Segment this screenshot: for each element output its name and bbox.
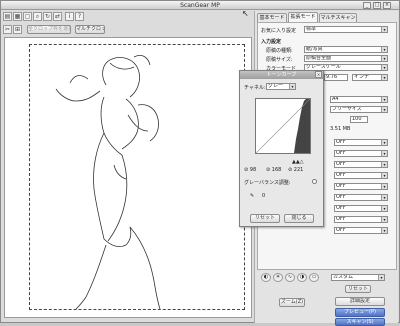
chevron-down-icon: ▾ (381, 56, 387, 61)
scale-field[interactable]: 100 (350, 116, 368, 123)
preview-area[interactable] (4, 37, 252, 318)
image-setting-7[interactable]: OFF ▾ (334, 205, 388, 212)
image-setting-9[interactable]: OFF ▾ (334, 227, 388, 234)
image-setting-3[interactable]: OFF ▾ (334, 161, 388, 168)
threshold-icon[interactable]: ◑ (297, 273, 307, 282)
chevron-down-icon: ▾ (378, 275, 384, 280)
size-select[interactable]: 原稿台全面 ▾ (304, 55, 388, 62)
chevron-down-icon: ▾ (289, 84, 295, 89)
title-bar: ScanGear MP _ □ × (1, 1, 399, 10)
dialog-reset-button[interactable]: リセット (250, 214, 280, 223)
histogram-icon[interactable]: ◐ (261, 273, 271, 282)
image-setting-5[interactable]: OFF ▾ (334, 183, 388, 190)
monitor-icon[interactable]: ▭ (309, 273, 319, 282)
chevron-down-icon: ▾ (381, 184, 387, 189)
chevron-down-icon: ▾ (381, 75, 387, 80)
image-setting-2[interactable]: OFF ▾ (334, 150, 388, 157)
multi-crop-button[interactable]: マルチクロップ (75, 25, 105, 34)
image-setting-8[interactable]: OFF ▾ (334, 216, 388, 223)
scan-button[interactable]: スキャン(S) (335, 318, 385, 326)
eyedropper-value: 0 (262, 193, 266, 199)
dialog-close-icon[interactable]: × (315, 71, 322, 78)
rotate-icon[interactable]: ↻ (43, 12, 52, 21)
chevron-down-icon: ▾ (381, 228, 387, 233)
minimize-button[interactable]: _ (363, 2, 371, 9)
favorites-label: お気に入り設定 (261, 28, 297, 34)
slider-value-1: ⊘ 98 (244, 167, 257, 173)
window-title: ScanGear MP (180, 2, 220, 9)
chevron-down-icon: ▾ (381, 173, 387, 178)
chevron-down-icon: ▾ (381, 97, 387, 102)
mouse-cursor-icon: ↖ (242, 9, 249, 18)
scangear-window: ScanGear MP _ □ × ▤ ▦ ▢ ⌕ ↻ ⇄ i ? ✂ ⊞ 全ク… (0, 0, 400, 326)
zoom-icon[interactable]: ⌕ (33, 12, 42, 21)
chevron-down-icon: ▾ (381, 47, 387, 52)
dialog-close-button[interactable]: 閉じる (284, 214, 314, 223)
panel-reset-button[interactable]: リセット (345, 285, 371, 293)
details-button[interactable]: 詳細設定 (335, 297, 385, 306)
slider-markers[interactable]: ▲▲△ (292, 159, 304, 165)
color-adjust-select[interactable]: カスタム ▾ (331, 274, 385, 281)
tab-advanced-mode[interactable]: 拡張モード (288, 12, 318, 22)
tab-basic-mode[interactable]: 基本モード (257, 13, 287, 22)
chevron-down-icon: ▾ (381, 195, 387, 200)
chevron-down-icon: ▾ (381, 107, 387, 112)
gray-balance-label: グレーバランス調整: (244, 180, 291, 186)
brightness-icon[interactable]: ☀ (273, 273, 283, 282)
flip-icon[interactable]: ⇄ (53, 12, 62, 21)
crop-frame[interactable] (29, 44, 245, 310)
chevron-down-icon: ▾ (381, 162, 387, 167)
curve-plot (255, 98, 311, 154)
chevron-down-icon: ▾ (381, 140, 387, 145)
tool-icon[interactable]: ✂ (3, 25, 12, 34)
output-size-select[interactable]: A4 ▾ (330, 96, 388, 103)
slider-value-3: ⊘ 221 (288, 167, 304, 173)
image-setting-4[interactable]: OFF ▾ (334, 172, 388, 179)
data-size-text: 3.51 MB (330, 126, 351, 132)
select-all-crops-button[interactable]: 全クロップ枠を選択 (27, 25, 71, 34)
scanned-sketch-image (55, 55, 161, 310)
gray-balance-toggle[interactable] (312, 179, 317, 184)
resolution-field[interactable]: 9.76 (324, 74, 348, 81)
tone-curve-dialog: トーンカーブ × チャネル: グレー ▾ ▲▲△ ⊘ 98 ⊘ 168 ⊘ 221… (239, 70, 324, 227)
help-icon[interactable]: ? (75, 12, 84, 21)
close-button[interactable]: × (383, 2, 391, 9)
image-setting-1[interactable]: OFF ▾ (334, 139, 388, 146)
tone-curve-icon[interactable]: ∿ (285, 273, 295, 282)
info-icon[interactable]: i (65, 12, 74, 21)
preview-button[interactable]: プレビュー(P) (335, 308, 385, 317)
output-size-select-2[interactable]: フリーサイズ ▾ (330, 106, 388, 113)
crop-icon[interactable]: ⊞ (13, 25, 22, 34)
thumbnail-icon[interactable]: ▦ (13, 12, 22, 21)
channel-label: チャネル: (244, 85, 266, 91)
slider-value-2: ⊘ 168 (266, 167, 282, 173)
fit-icon[interactable]: ▢ (23, 12, 32, 21)
dialog-title: トーンカーブ (240, 71, 323, 79)
chevron-down-icon: ▾ (381, 217, 387, 222)
source-select[interactable]: 紙/写真 ▾ (304, 46, 388, 53)
favorites-select[interactable]: 標準 ▾ (304, 26, 388, 33)
channel-select[interactable]: グレー ▾ (266, 83, 296, 90)
scan-icon[interactable]: ▤ (3, 12, 12, 21)
input-settings-heading: 入力設定 (261, 39, 282, 45)
chevron-down-icon: ▾ (381, 151, 387, 156)
source-label: 原稿の種類: (266, 48, 293, 54)
chevron-down-icon: ▾ (381, 206, 387, 211)
zoom-button[interactable]: ズーム(Z) (279, 298, 305, 307)
eyedropper-icon[interactable]: ✎ (250, 193, 254, 199)
maximize-button[interactable]: □ (373, 2, 381, 9)
unit-select[interactable]: インチ ▾ (352, 74, 388, 81)
chevron-down-icon: ▾ (381, 27, 387, 32)
image-setting-6[interactable]: OFF ▾ (334, 194, 388, 201)
tab-multi-scan[interactable]: マルチスキャン (319, 13, 357, 22)
chevron-down-icon: ▾ (381, 65, 387, 70)
tone-curve-graph[interactable] (255, 98, 311, 154)
size-label: 原稿サイズ: (266, 57, 293, 63)
